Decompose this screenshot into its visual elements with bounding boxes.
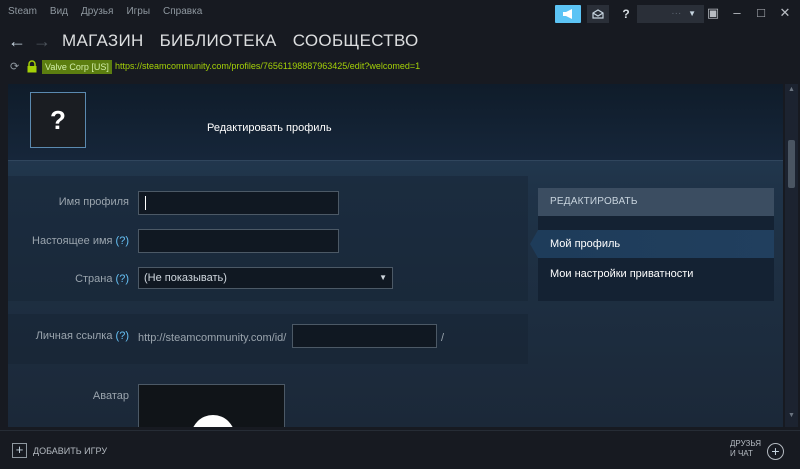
default-avatar-icon <box>191 415 235 427</box>
friends-label: ДРУЗЬЯ <box>730 439 761 448</box>
inbox-button[interactable] <box>587 5 609 23</box>
nav-store[interactable]: МАГАЗИН <box>62 31 144 51</box>
envelope-icon <box>592 9 604 19</box>
panel-item-privacy-settings[interactable]: Мои настройки приватности <box>538 260 774 288</box>
real-name-label: Настоящее имя (?) <box>16 235 129 247</box>
nav-community[interactable]: СООБЩЕСТВО <box>293 31 419 51</box>
footer-bar: + ДОБАВИТЬ ИГРУ ДРУЗЬЯ И ЧАТ + <box>0 430 800 469</box>
account-menu-button[interactable]: ··· ▼ <box>637 5 704 23</box>
custom-url-label-text: Личная ссылка <box>35 330 113 342</box>
refresh-icon[interactable]: ⟳ <box>10 60 19 73</box>
scroll-down-icon[interactable]: ▼ <box>788 412 795 419</box>
friends-chat-button[interactable]: ДРУЗЬЯ И ЧАТ <box>730 439 761 459</box>
profile-name-label: Имя профиля <box>58 196 129 208</box>
text-cursor <box>145 196 146 210</box>
window-controls: ▣ – □ ✕ <box>704 5 794 21</box>
country-help-link[interactable]: (?) <box>116 273 129 285</box>
avatar-preview[interactable] <box>138 384 285 427</box>
menu-help[interactable]: Справка <box>163 6 202 17</box>
nav-library[interactable]: БИБЛИОТЕКА <box>160 31 277 51</box>
country-select[interactable]: (Не показывать) ▼ <box>138 267 393 289</box>
country-label: Страна (?) <box>16 273 129 285</box>
custom-url-input[interactable] <box>292 324 437 348</box>
page-scrollbar[interactable]: ▲ ▼ <box>785 84 798 427</box>
page-url[interactable]: https://steamcommunity.com/profiles/7656… <box>115 61 420 71</box>
page-title: Редактировать профиль <box>207 122 332 134</box>
custom-url-help-link[interactable]: (?) <box>116 330 129 342</box>
panel-item-label: Мой профиль <box>550 238 621 250</box>
custom-url-prefix: http://steamcommunity.com/id/ <box>138 332 287 344</box>
edit-panel-header: РЕДАКТИРОВАТЬ <box>538 188 774 216</box>
announcements-button[interactable] <box>555 5 581 23</box>
panel-item-label: Мои настройки приватности <box>550 268 694 280</box>
menu-bar: Steam Вид Друзья Игры Справка ? ··· ▼ ▣ … <box>0 0 800 26</box>
menu-view[interactable]: Вид <box>50 6 68 17</box>
scrollbar-thumb[interactable] <box>788 140 795 188</box>
forward-arrow-icon[interactable]: → <box>33 31 51 52</box>
big-picture-button[interactable]: ▣ <box>704 5 722 21</box>
help-button[interactable]: ? <box>617 5 635 23</box>
add-game-button[interactable]: + ДОБАВИТЬ ИГРУ <box>12 443 107 458</box>
main-menu: Steam Вид Друзья Игры Справка <box>8 6 202 17</box>
chat-label: И ЧАТ <box>730 449 753 458</box>
lock-icon <box>27 60 37 73</box>
profile-name-input[interactable] <box>138 191 339 215</box>
certificate-badge[interactable]: Valve Corp [US] <box>42 60 112 74</box>
menu-games[interactable]: Игры <box>126 6 150 17</box>
custom-url-label: Личная ссылка (?) <box>16 330 129 342</box>
add-friend-plus-icon[interactable]: + <box>767 443 784 460</box>
navigation-bar: ← → МАГАЗИН БИБЛИОТЕКА СООБЩЕСТВО <box>0 26 800 58</box>
chevron-down-icon: ▼ <box>688 9 696 18</box>
page-content: ? Редактировать профиль Имя профиля Наст… <box>8 84 783 427</box>
maximize-button[interactable]: □ <box>752 5 770 21</box>
real-name-label-text: Настоящее имя <box>32 235 113 247</box>
menu-friends[interactable]: Друзья <box>81 6 113 17</box>
url-bar: ⟳ Valve Corp [US] https://steamcommunity… <box>0 58 800 78</box>
plus-icon: + <box>12 443 27 458</box>
country-selected-value: (Не показывать) <box>144 272 227 284</box>
avatar-label: Аватар <box>92 390 129 402</box>
profile-header: ? Редактировать профиль <box>8 84 783 161</box>
edit-nav-panel: РЕДАКТИРОВАТЬ Мой профиль Мои настройки … <box>530 188 774 301</box>
panel-item-my-profile[interactable]: Мой профиль <box>530 230 774 258</box>
country-label-text: Страна <box>75 273 113 285</box>
nav-links: МАГАЗИН БИБЛИОТЕКА СООБЩЕСТВО <box>62 31 419 51</box>
active-indicator <box>530 230 538 258</box>
megaphone-icon <box>563 9 572 19</box>
dropdown-arrow-icon: ▼ <box>379 273 387 282</box>
real-name-help-link[interactable]: (?) <box>116 235 129 247</box>
scroll-up-icon[interactable]: ▲ <box>788 86 795 93</box>
real-name-input[interactable] <box>138 229 339 253</box>
avatar: ? <box>30 92 86 148</box>
account-label: ··· <box>671 8 682 19</box>
custom-url-suffix: / <box>441 332 445 344</box>
add-game-label: ДОБАВИТЬ ИГРУ <box>33 445 108 456</box>
menu-steam[interactable]: Steam <box>8 6 37 17</box>
close-button[interactable]: ✕ <box>776 5 794 21</box>
back-arrow-icon[interactable]: ← <box>8 31 26 52</box>
minimize-button[interactable]: – <box>728 5 746 21</box>
